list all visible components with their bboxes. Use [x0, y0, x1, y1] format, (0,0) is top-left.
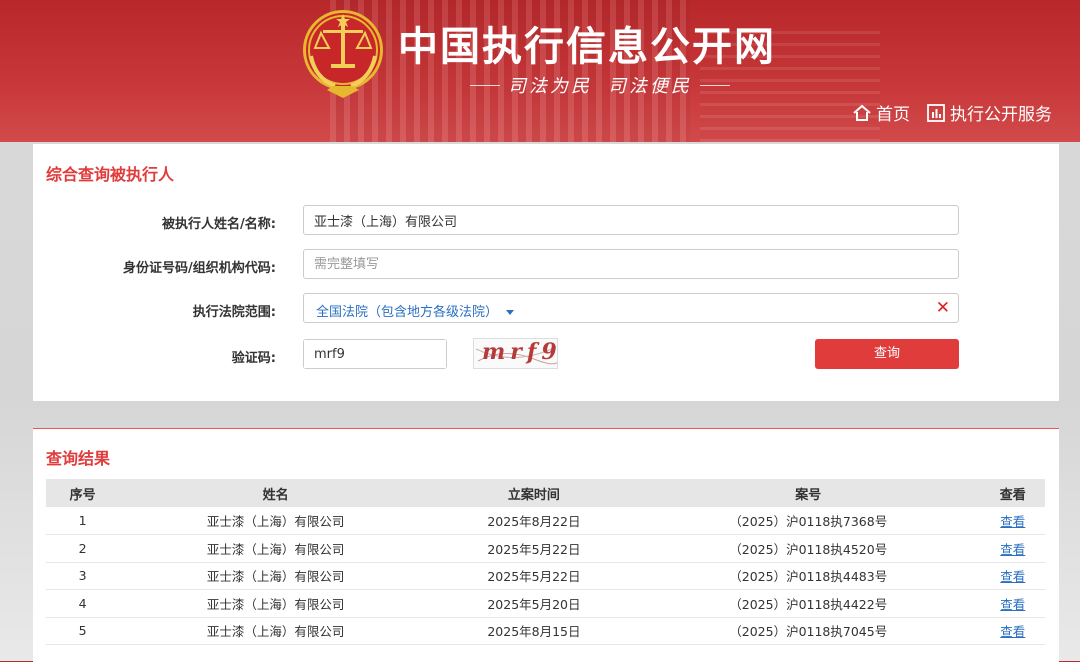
captcha-label: 验证码:	[231, 351, 276, 366]
view-link[interactable]: 查看	[1000, 624, 1025, 639]
row-date: 2025年5月20日	[487, 596, 581, 612]
captcha-image-text: mrf9	[482, 339, 558, 365]
captcha-input[interactable]	[304, 340, 446, 368]
top-nav: 首页 执行公开服务	[836, 100, 1052, 125]
name-field[interactable]	[303, 205, 959, 235]
home-icon	[853, 104, 871, 121]
chart-bar-icon	[927, 103, 945, 122]
row-name: 亚士漆（上海）有限公司	[206, 624, 345, 640]
captcha-image[interactable]: mrf9	[473, 338, 558, 369]
col-header-date: 立案时间	[507, 487, 560, 503]
nav-enforcement-services[interactable]: 执行公开服务	[926, 100, 1052, 125]
results-panel-title: 查询结果	[46, 449, 111, 468]
table-row: 2 亚士漆（上海）有限公司 2025年5月22日 （2025）沪0118执452…	[46, 535, 1045, 562]
row-no: 1	[78, 513, 87, 528]
results-panel: 查询结果 序号 姓名 立案时间 案号 查看 1 亚士漆（上海）有限公司 2025…	[33, 428, 1059, 662]
table-header-row: 序号 姓名 立案时间 案号 查看	[46, 479, 1045, 507]
row-no: 5	[78, 623, 87, 639]
row-case: （2025）沪0118执7368号	[729, 514, 888, 529]
id-input[interactable]	[304, 250, 958, 278]
slogan-divider	[470, 84, 500, 86]
col-header-case: 案号	[795, 487, 822, 503]
search-panel: 综合查询被执行人 被执行人姓名/名称: 身份证号码/组织机构代码: 执行法院范围…	[33, 144, 1059, 401]
site-title: 中国执行信息公开网	[398, 24, 776, 70]
nav-home-label: 首页	[876, 105, 910, 125]
row-case: （2025）沪0118执4483号	[729, 569, 888, 585]
nav-enforcement-services-label: 执行公开服务	[950, 105, 1052, 125]
site-header: 中国执行信息公开网 司法为民 司法便民 首页 执行公开服务	[0, 0, 1080, 142]
query-button[interactable]: 查询	[815, 339, 959, 369]
col-header-no: 序号	[69, 487, 96, 503]
slogan-left: 司法为民	[508, 76, 592, 97]
row-name: 亚士漆（上海）有限公司	[206, 569, 345, 585]
table-row: 3 亚士漆（上海）有限公司 2025年5月22日 （2025）沪0118执448…	[46, 562, 1045, 590]
id-field[interactable]	[303, 249, 959, 279]
table-row: 1 亚士漆（上海）有限公司 2025年8月22日 （2025）沪0118执736…	[46, 507, 1045, 535]
row-no: 3	[78, 568, 87, 584]
col-header-view: 查看	[999, 487, 1026, 503]
slogan: 司法为民 司法便民	[470, 72, 730, 98]
col-header-name: 姓名	[262, 487, 289, 503]
row-no: 4	[78, 595, 87, 611]
row-name: 亚士漆（上海）有限公司	[206, 514, 345, 529]
row-name: 亚士漆（上海）有限公司	[206, 541, 345, 557]
row-date: 2025年5月22日	[487, 569, 581, 585]
row-case: （2025）沪0118执4422号	[729, 596, 888, 612]
court-select-text: 全国法院（包含地方各级法院）	[316, 305, 499, 320]
view-link[interactable]: 查看	[1000, 569, 1025, 584]
court-select[interactable]: 全国法院（包含地方各级法院） ✕	[303, 293, 959, 323]
table-row: 4 亚士漆（上海）有限公司 2025年5月20日 （2025）沪0118执442…	[46, 590, 1045, 617]
row-date: 2025年8月15日	[487, 624, 581, 640]
row-name: 亚士漆（上海）有限公司	[206, 596, 345, 612]
nav-home[interactable]: 首页	[852, 100, 910, 125]
search-panel-title: 综合查询被执行人	[46, 165, 175, 184]
id-label: 身份证号码/组织机构代码:	[123, 261, 276, 276]
row-no: 2	[78, 540, 87, 556]
row-case: （2025）沪0118执4520号	[729, 541, 888, 557]
row-case: （2025）沪0118执7045号	[729, 624, 888, 640]
row-date: 2025年5月22日	[487, 541, 581, 557]
view-link[interactable]: 查看	[1000, 514, 1025, 529]
court-label: 执行法院范围:	[192, 305, 276, 320]
clear-icon[interactable]: ✕	[936, 298, 950, 318]
slogan-right: 司法便民	[608, 76, 692, 97]
results-table: 序号 姓名 立案时间 案号 查看 1 亚士漆（上海）有限公司 2025年8月22…	[46, 479, 1045, 645]
slogan-divider	[700, 84, 730, 86]
name-input[interactable]	[304, 206, 958, 234]
name-label: 被执行人姓名/名称:	[162, 217, 276, 232]
caret-down-icon	[506, 310, 515, 315]
view-link[interactable]: 查看	[1000, 597, 1025, 612]
table-row: 5 亚士漆（上海）有限公司 2025年8月15日 （2025）沪0118执704…	[46, 617, 1045, 645]
court-select-value[interactable]: 全国法院（包含地方各级法院）	[316, 301, 515, 320]
captcha-field[interactable]	[303, 339, 447, 369]
court-emblem-icon	[303, 10, 383, 98]
row-date: 2025年8月22日	[487, 514, 581, 529]
view-link[interactable]: 查看	[1000, 542, 1025, 557]
